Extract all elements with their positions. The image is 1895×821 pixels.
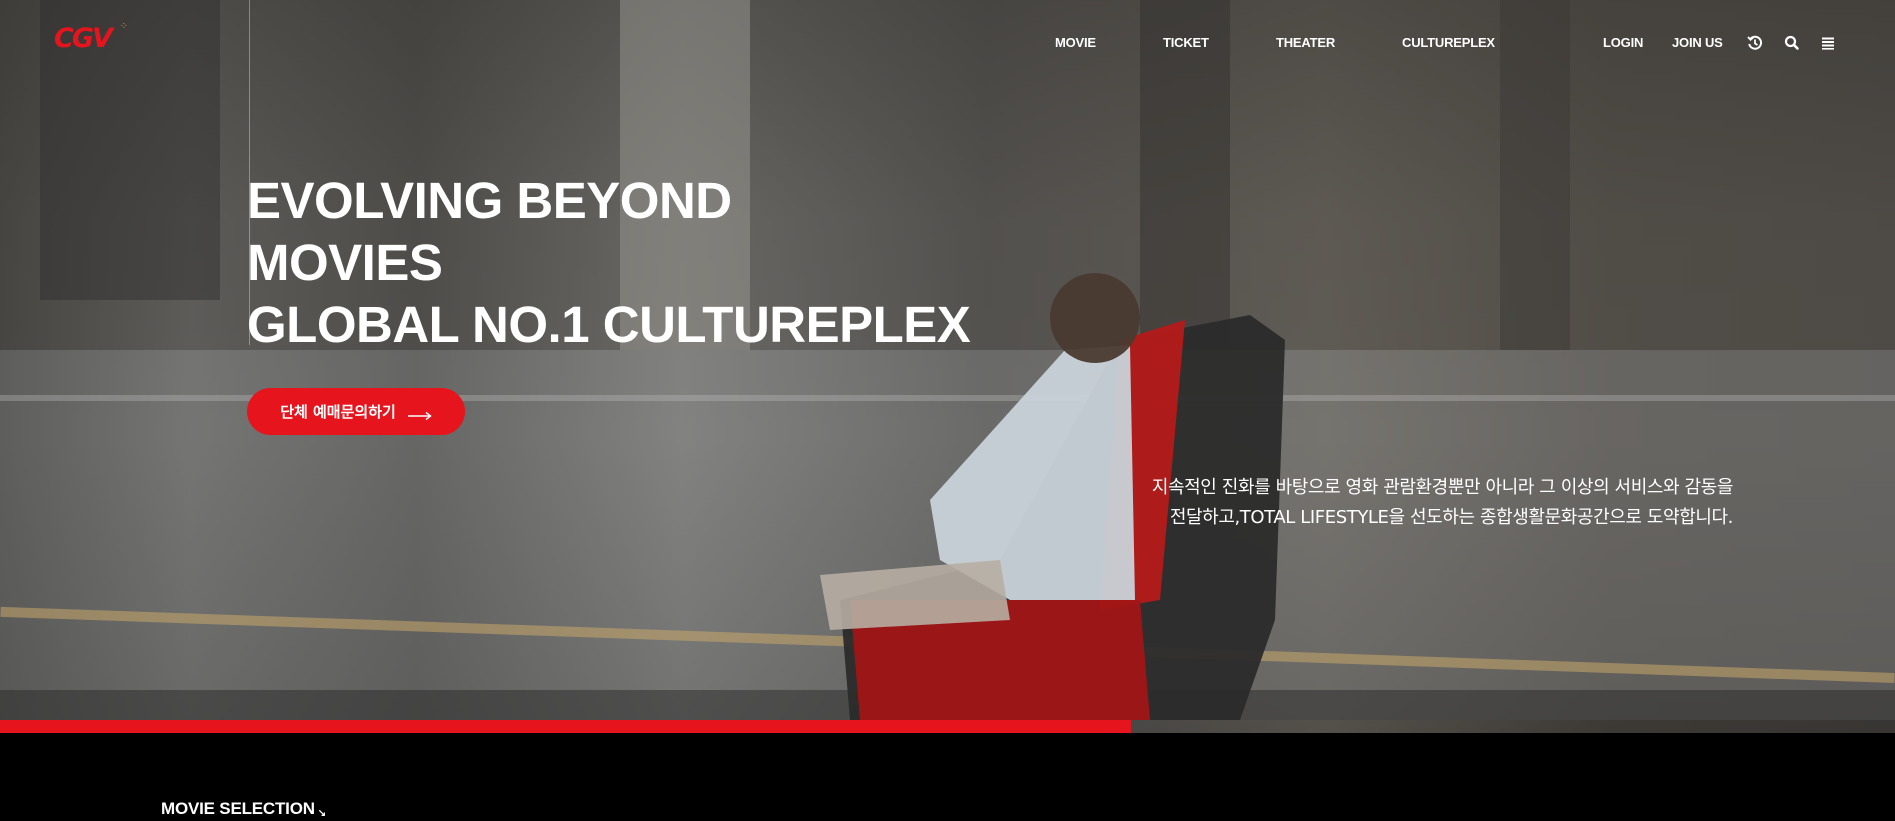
login-link[interactable]: LOGIN [1603, 34, 1643, 52]
description-line-1: 지속적인 진화를 바탕으로 영화 관람환경뿐만 아니라 그 이상의 서비스와 감… [1151, 477, 1734, 498]
arrow-right-icon [407, 407, 432, 420]
cta-label: 단체 예매문의하기 [280, 403, 396, 421]
history-icon[interactable] [1746, 34, 1764, 52]
page: CGV ⁘ MOVIE TICKET THEATER CULTUREPLEX L… [0, 0, 1895, 821]
menu-icon[interactable] [1819, 34, 1837, 52]
nav-movie[interactable]: MOVIE [1055, 34, 1096, 52]
nav-cultureplex[interactable]: CULTUREPLEX [1402, 34, 1495, 52]
headline-line-3: GLOBAL NO.1 CULTUREPLEX [247, 296, 971, 353]
movie-selection-label: MOVIE SELECTION [161, 799, 315, 818]
hero-video-banner: CGV ⁘ MOVIE TICKET THEATER CULTUREPLEX L… [0, 0, 1895, 733]
nav-ticket[interactable]: TICKET [1163, 34, 1209, 52]
main-nav: MOVIE TICKET THEATER CULTUREPLEX LOGIN J… [0, 34, 1895, 54]
movie-selection-section: MOVIE SELECTION ↘ [0, 733, 1895, 821]
hero-headline: EVOLVING BEYOND MOVIES GLOBAL NO.1 CULTU… [247, 170, 971, 356]
search-icon[interactable] [1783, 34, 1801, 52]
arrow-down-right-icon: ↘ [317, 808, 326, 819]
video-progress-fill [0, 720, 1132, 733]
headline-line-2: MOVIES [247, 234, 443, 291]
join-us-link[interactable]: JOIN US [1672, 34, 1723, 52]
group-booking-inquiry-button[interactable]: 단체 예매문의하기 [247, 388, 465, 435]
description-line-2: 전달하고,TOTAL LIFESTYLE을 선도하는 종합생활문화공간으로 도약… [1169, 507, 1734, 528]
hero-description: 지속적인 진화를 바탕으로 영화 관람환경뿐만 아니라 그 이상의 서비스와 감… [1151, 473, 1734, 533]
movie-selection-link[interactable]: MOVIE SELECTION ↘ [161, 798, 326, 821]
hero-background-image [0, 0, 1895, 720]
headline-line-1: EVOLVING BEYOND [247, 172, 732, 229]
nav-theater[interactable]: THEATER [1276, 34, 1335, 52]
video-progress-bar [0, 720, 1895, 733]
logo-dots-icon: ⁘ [119, 21, 128, 32]
